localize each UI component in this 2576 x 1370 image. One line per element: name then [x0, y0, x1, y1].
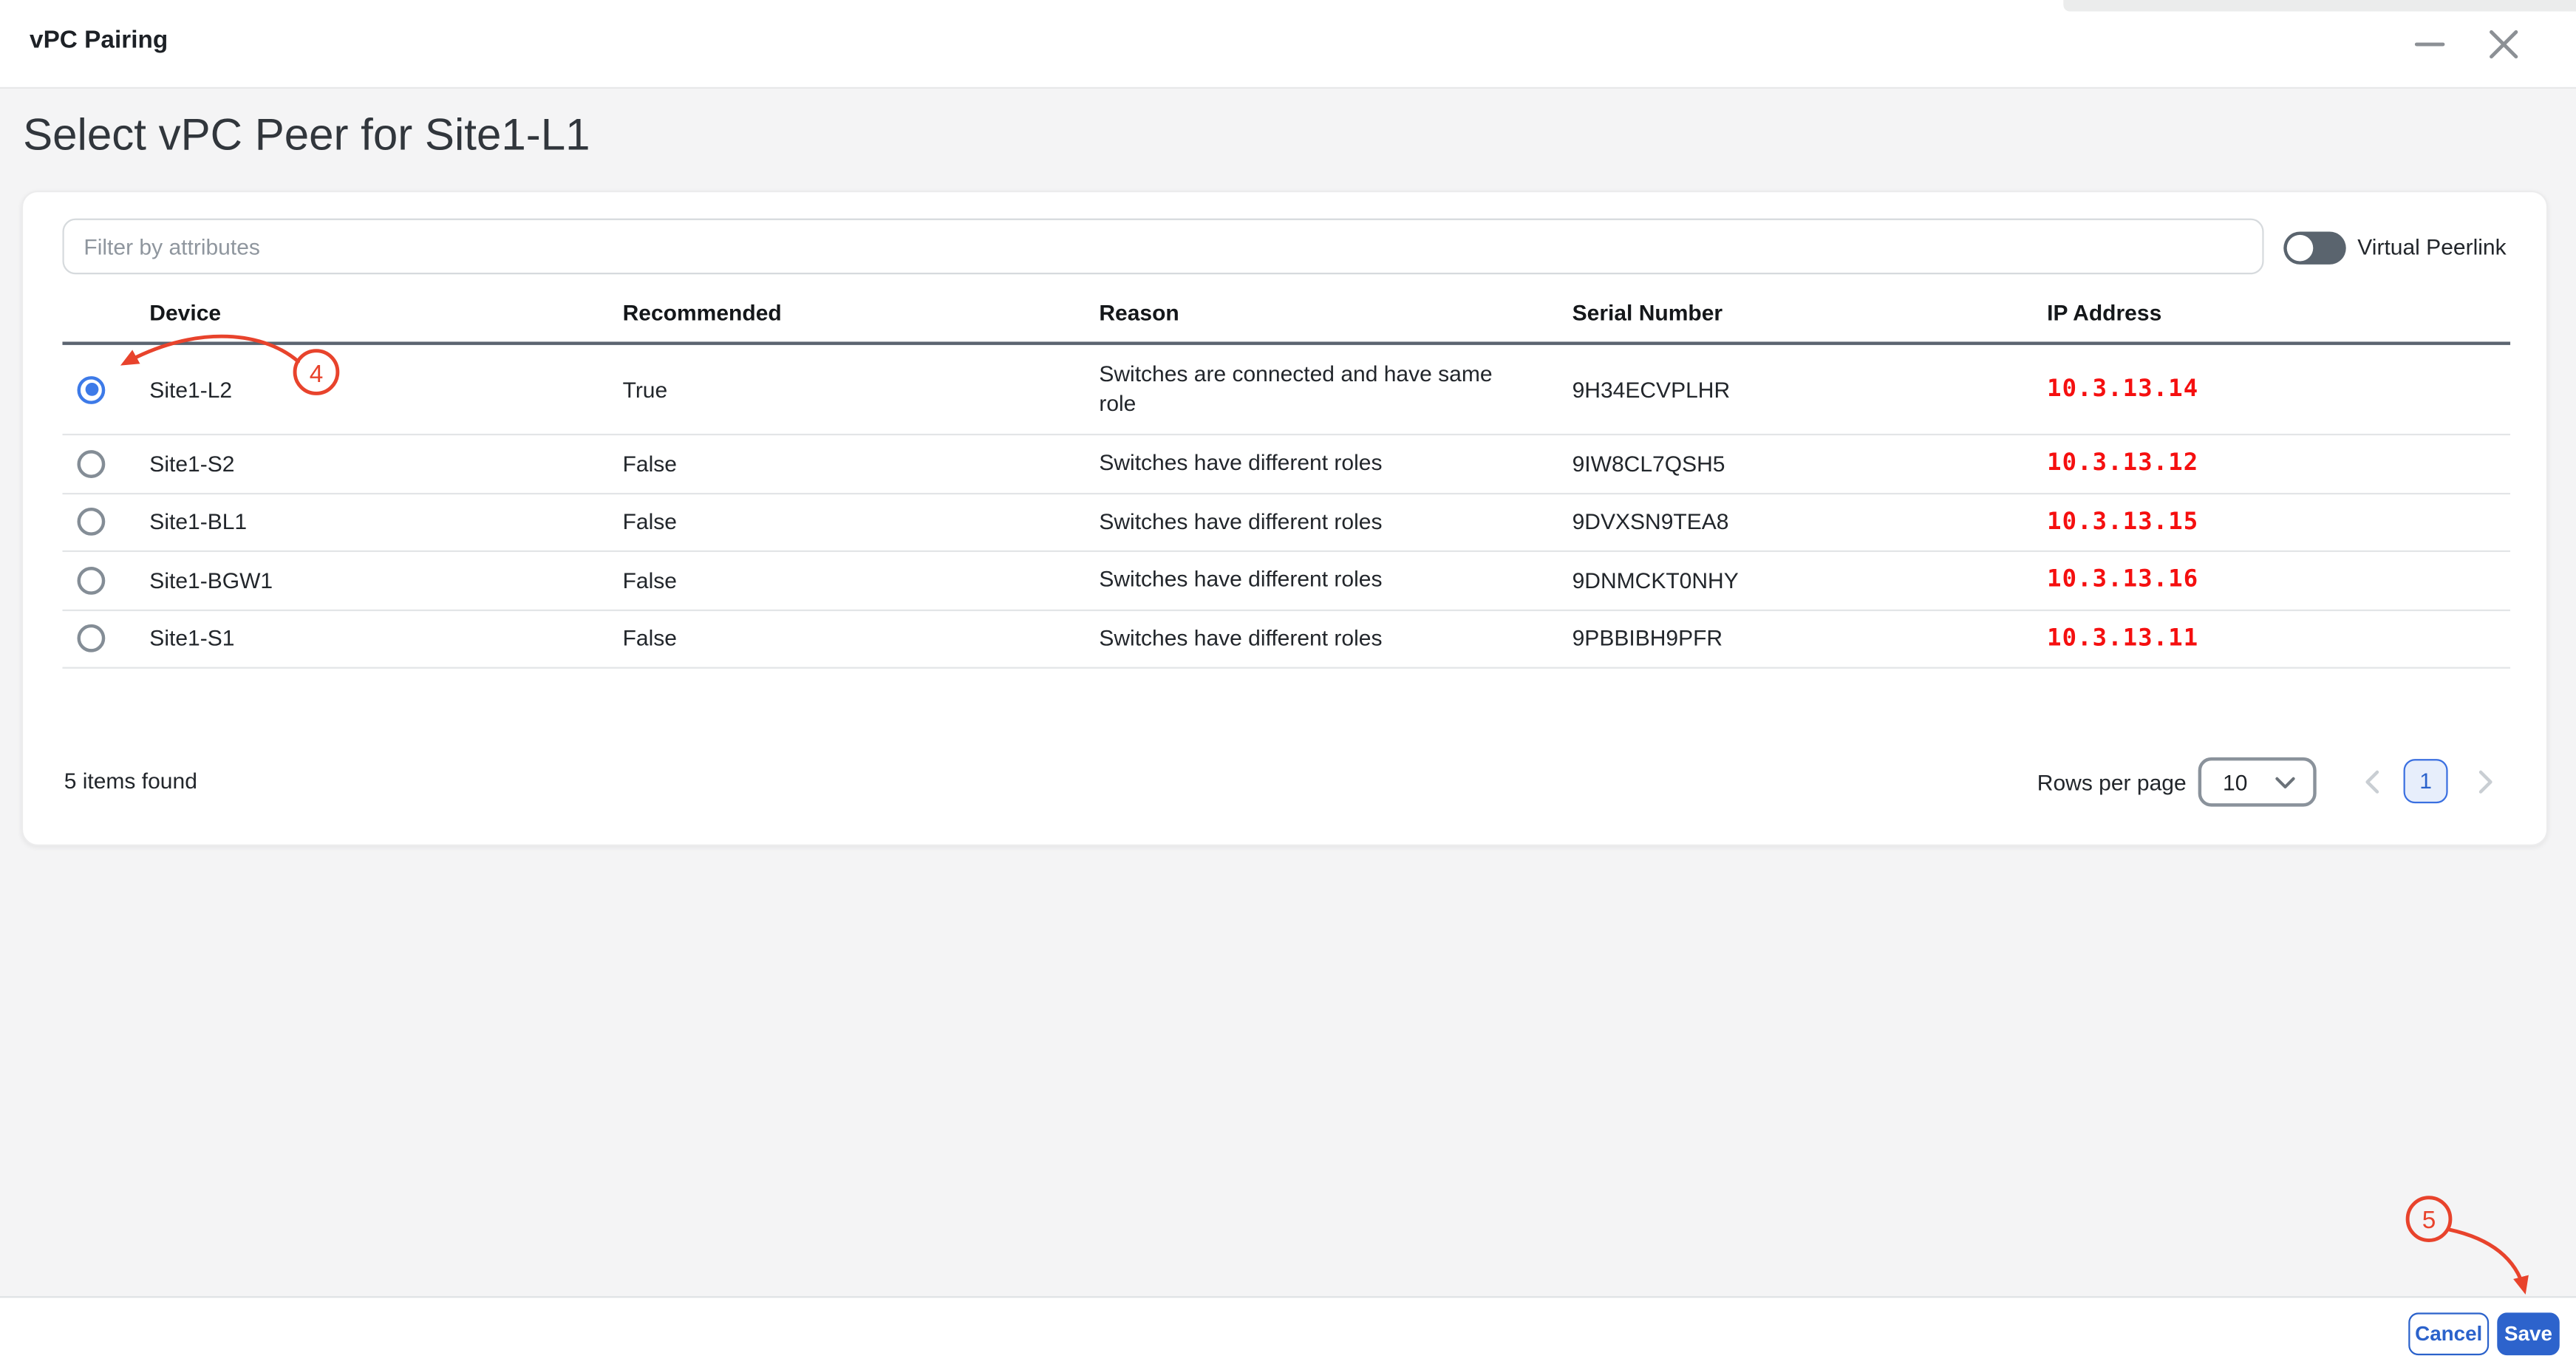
device-cell: Site1-L2 [149, 377, 622, 401]
previous-page-button[interactable] [2348, 757, 2397, 807]
virtual-peerlink-label: Virtual Peerlink [2357, 235, 2506, 259]
items-found-label: 5 items found [64, 769, 197, 793]
minimize-icon [2412, 27, 2448, 63]
device-cell: Site1-BGW1 [149, 568, 622, 593]
action-bar: Cancel Save [0, 1296, 2576, 1370]
device-cell: Site1-BL1 [149, 510, 622, 534]
background-panel-edge [2063, 0, 2576, 12]
peer-selection-card: Virtual Peerlink Device Recommended Reas… [21, 191, 2548, 846]
radio-selected[interactable] [77, 375, 105, 403]
reason-cell: Switches have different roles [1099, 624, 1529, 653]
column-header-ip: IP Address [2047, 301, 2510, 325]
radio-cell [62, 624, 149, 652]
radio-unselected[interactable] [77, 508, 105, 536]
reason-cell: Switches have different roles [1099, 565, 1529, 595]
save-button[interactable]: Save [2497, 1312, 2559, 1355]
column-header-device: Device [149, 301, 622, 325]
radio-cell [62, 375, 149, 403]
virtual-peerlink-toggle[interactable] [2283, 231, 2345, 264]
column-header-serial: Serial Number [1572, 301, 2048, 325]
radio-unselected[interactable] [77, 450, 105, 478]
dialog-title: vPC Pairing [30, 27, 168, 55]
next-page-button[interactable] [2461, 757, 2510, 807]
column-header-recommended: Recommended [623, 301, 1100, 325]
chevron-down-icon [2274, 774, 2297, 789]
table-row[interactable]: Site1-S1 False Switches have different r… [62, 610, 2510, 669]
recommended-cell: False [623, 627, 1100, 651]
table-row[interactable]: Site1-BGW1 False Switches have different… [62, 552, 2510, 610]
serial-cell: 9IW8CL7QSH5 [1572, 451, 2048, 476]
ip-cell: 10.3.13.16 [2047, 568, 2510, 594]
close-button[interactable] [2482, 23, 2525, 66]
device-cell: Site1-S1 [149, 627, 622, 651]
radio-cell [62, 508, 149, 536]
serial-cell: 9DNMCKT0NHY [1572, 568, 2048, 593]
serial-cell: 9PBBIBH9PFR [1572, 627, 2048, 651]
ip-cell: 10.3.13.12 [2047, 451, 2510, 477]
table-row[interactable]: Site1-L2 True Switches are connected and… [62, 345, 2510, 435]
ip-cell: 10.3.13.11 [2047, 625, 2510, 652]
dialog-titlebar: vPC Pairing [0, 0, 2576, 89]
radio-unselected[interactable] [77, 624, 105, 652]
reason-cell: Switches are connected and have same rol… [1099, 360, 1529, 419]
cancel-button[interactable]: Cancel [2408, 1312, 2489, 1355]
recommended-cell: False [623, 510, 1100, 534]
chevron-left-icon [2364, 769, 2380, 795]
dialog-body: Select vPC Peer for Site1-L1 Virtual Pee… [0, 89, 2576, 1296]
ip-cell: 10.3.13.15 [2047, 509, 2510, 536]
device-cell: Site1-S2 [149, 451, 622, 476]
rows-per-page-select[interactable]: 10 [2198, 757, 2317, 807]
rows-per-page-value: 10 [2223, 770, 2247, 794]
column-header-reason: Reason [1099, 301, 1572, 325]
serial-cell: 9H34ECVPLHR [1572, 377, 2048, 401]
recommended-cell: False [623, 568, 1100, 593]
page-title: Select vPC Peer for Site1-L1 [23, 110, 590, 161]
ip-cell: 10.3.13.14 [2047, 376, 2510, 403]
radio-cell [62, 450, 149, 478]
close-icon [2486, 27, 2522, 63]
table-row[interactable]: Site1-BL1 False Switches have different … [62, 494, 2510, 552]
page-number-button[interactable]: 1 [2404, 759, 2448, 803]
reason-cell: Switches have different roles [1099, 507, 1529, 536]
minimize-button[interactable] [2408, 23, 2451, 66]
radio-cell [62, 566, 149, 594]
rows-per-page-label: Rows per page [2037, 771, 2187, 795]
reason-cell: Switches have different roles [1099, 449, 1529, 478]
toggle-knob [2287, 235, 2314, 262]
filter-input[interactable] [62, 219, 2263, 275]
peer-table: Device Recommended Reason Serial Number … [62, 284, 2510, 669]
recommended-cell: False [623, 451, 1100, 476]
vpc-pairing-dialog: vPC Pairing Select vPC Peer for Site1-L1… [0, 0, 2576, 1370]
recommended-cell: True [623, 377, 1100, 401]
chevron-right-icon [2478, 769, 2494, 795]
table-header-row: Device Recommended Reason Serial Number … [62, 284, 2510, 345]
table-row[interactable]: Site1-S2 False Switches have different r… [62, 435, 2510, 494]
radio-unselected[interactable] [77, 566, 105, 594]
serial-cell: 9DVXSN9TEA8 [1572, 510, 2048, 534]
